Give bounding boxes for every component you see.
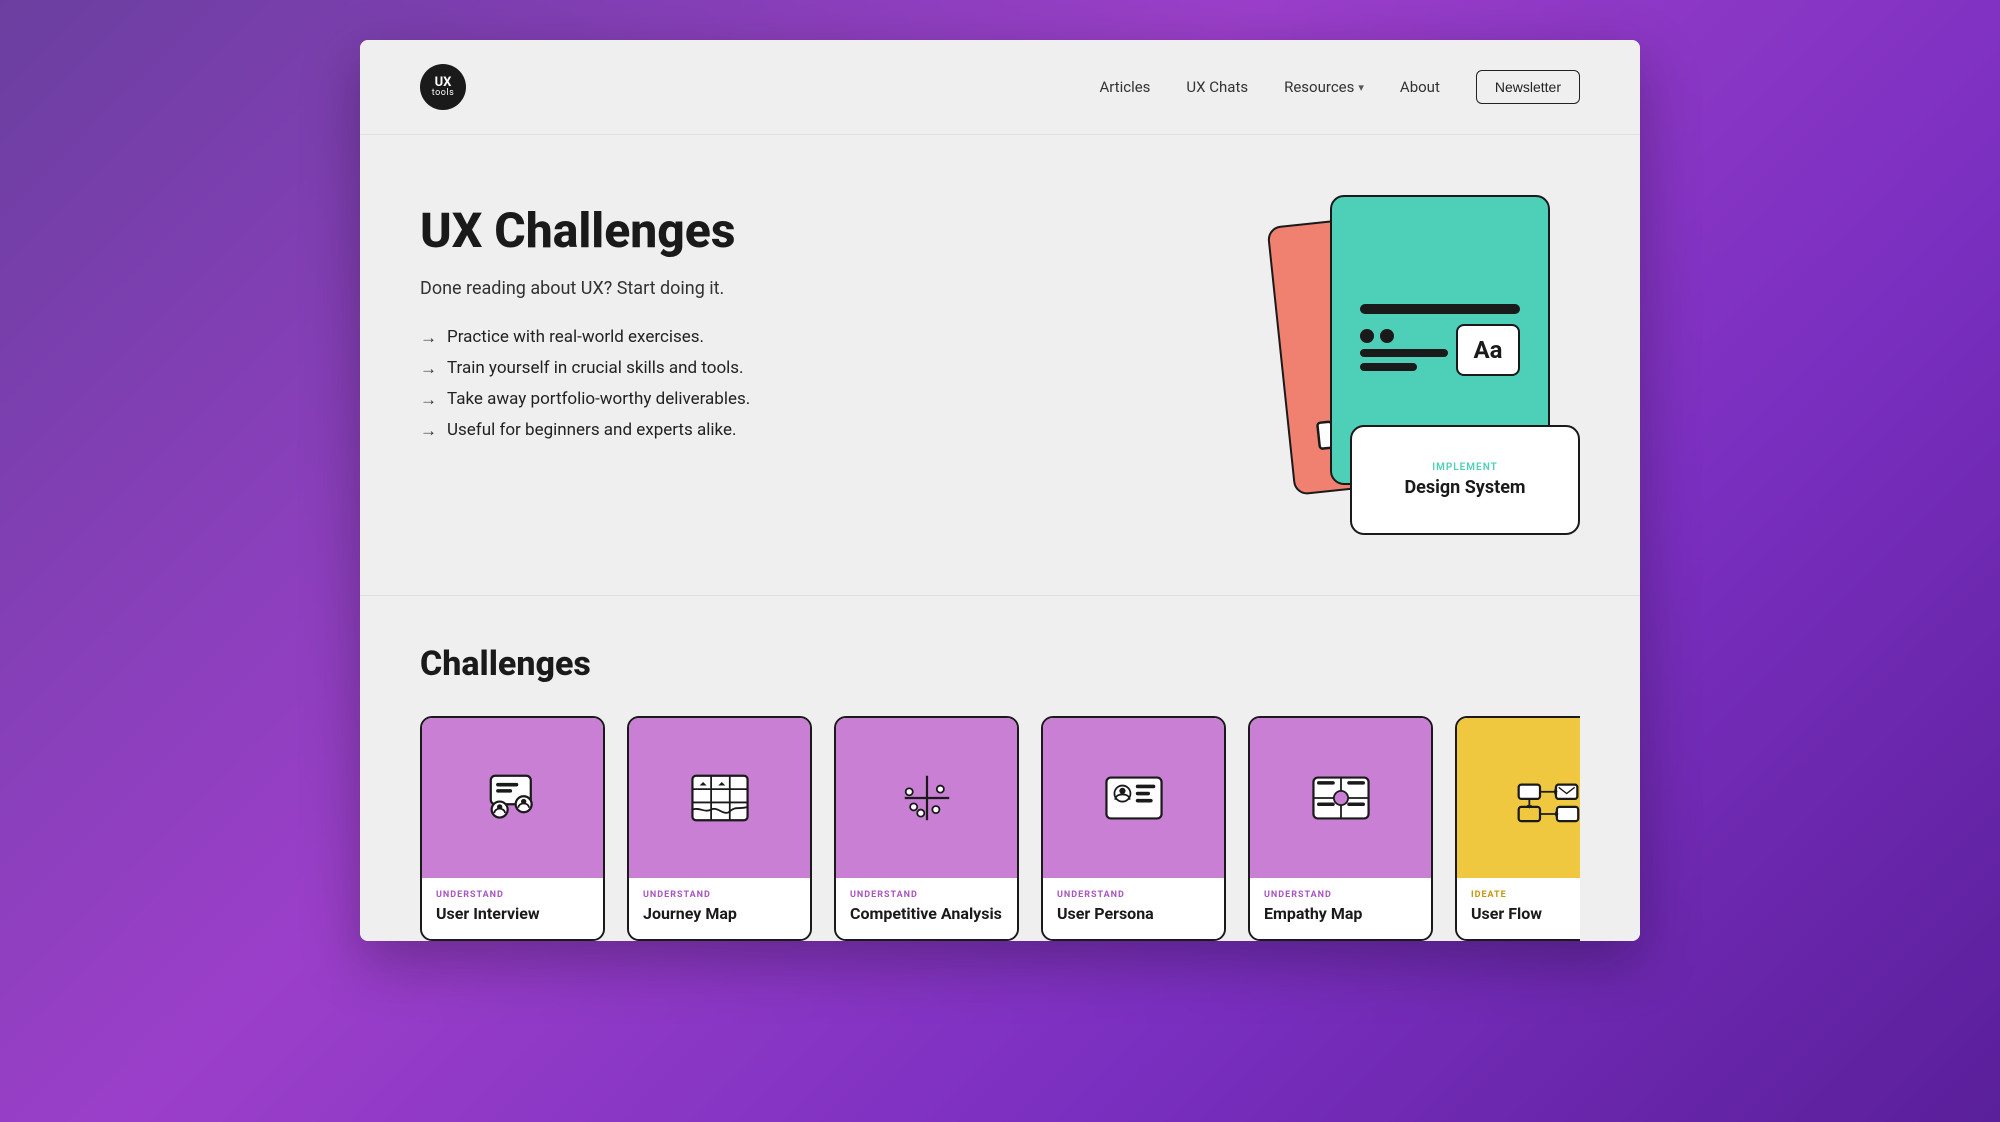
card-name-2: Journey Map — [643, 904, 796, 923]
challenges-grid: UNDERSTAND User Interview — [420, 716, 1580, 941]
arrow-icon-2: → — [420, 359, 437, 379]
card-info: UNDERSTAND User Interview — [422, 878, 603, 939]
card-info-5: UNDERSTAND Empathy Map — [1250, 878, 1431, 939]
challenges-title: Challenges — [420, 644, 1580, 684]
bullet-1: → Practice with real-world exercises. — [420, 327, 750, 348]
bullet-2: → Train yourself in crucial skills and t… — [420, 358, 750, 379]
hero-content: UX Challenges Done reading about UX? Sta… — [420, 195, 750, 451]
card-icon-area — [422, 718, 603, 878]
card-category-5: UNDERSTAND — [1264, 890, 1417, 900]
card-category-2: UNDERSTAND — [643, 890, 796, 900]
card-icon-area-2 — [629, 718, 810, 878]
logo-circle: UX tools — [420, 64, 466, 110]
card-name-1: User Interview — [436, 904, 589, 923]
card-bottom: IMPLEMENT Design System — [1350, 425, 1580, 535]
newsletter-button[interactable]: Newsletter — [1476, 70, 1580, 104]
hero-list: → Practice with real-world exercises. → … — [420, 327, 750, 441]
challenge-card-empathy[interactable]: UNDERSTAND Empathy Map — [1248, 716, 1433, 941]
card-icon-area-5 — [1250, 718, 1431, 878]
card-info-3: UNDERSTAND Competitive Analysis — [836, 878, 1017, 939]
hero-title: UX Challenges — [420, 205, 750, 258]
hero-subtitle: Done reading about UX? Start doing it. — [420, 278, 750, 299]
challenge-card-journey-map[interactable]: UNDERSTAND Journey Map — [627, 716, 812, 941]
card-category-4: UNDERSTAND — [1057, 890, 1210, 900]
challenges-section: Challenges — [360, 596, 1640, 941]
bullet-4: → Useful for beginners and experts alike… — [420, 420, 750, 441]
card-category-6: IDEATE — [1471, 890, 1580, 900]
page-container: UX tools Articles UX Chats Resources ▾ A… — [360, 40, 1640, 941]
card-name-4: User Persona — [1057, 904, 1210, 923]
challenge-card-persona[interactable]: UNDERSTAND User Persona — [1041, 716, 1226, 941]
hero-section: UX Challenges Done reading about UX? Sta… — [360, 135, 1640, 596]
nav-resources[interactable]: Resources ▾ — [1284, 78, 1364, 96]
card-name-6: User Flow — [1471, 904, 1580, 923]
card-info-6: IDEATE User Flow — [1457, 878, 1580, 939]
card-icon-area-3 — [836, 718, 1017, 878]
challenge-card-user-interview[interactable]: UNDERSTAND User Interview — [420, 716, 605, 941]
card-info-2: UNDERSTAND Journey Map — [629, 878, 810, 939]
card-name-3: Competitive Analysis — [850, 904, 1003, 923]
arrow-icon-3: → — [420, 390, 437, 410]
arrow-icon-4: → — [420, 421, 437, 441]
card-category-1: UNDERSTAND — [436, 890, 589, 900]
card-info-4: UNDERSTAND User Persona — [1043, 878, 1224, 939]
card-label: IMPLEMENT — [1432, 462, 1498, 473]
logo[interactable]: UX tools — [420, 64, 466, 110]
card-category-3: UNDERSTAND — [850, 890, 1003, 900]
arrow-icon-1: → — [420, 328, 437, 348]
nav-ux-chats[interactable]: UX Chats — [1186, 78, 1248, 96]
nav-about[interactable]: About — [1400, 78, 1440, 96]
card-title: Design System — [1404, 477, 1525, 498]
nav-articles[interactable]: Articles — [1099, 78, 1150, 96]
header: UX tools Articles UX Chats Resources ▾ A… — [360, 40, 1640, 135]
card-name-5: Empathy Map — [1264, 904, 1417, 923]
chevron-down-icon: ▾ — [1358, 81, 1364, 94]
card-icon-area-4 — [1043, 718, 1224, 878]
challenge-card-competitive[interactable]: UNDERSTAND Competitive Analysis — [834, 716, 1019, 941]
bullet-3: → Take away portfolio-worthy deliverable… — [420, 389, 750, 410]
hero-illustration: ? — [1260, 175, 1580, 535]
card-icon-area-6 — [1457, 718, 1580, 878]
logo-tools: tools — [432, 89, 454, 98]
challenge-card-user-flow[interactable]: IDEATE User Flow — [1455, 716, 1580, 941]
main-nav: Articles UX Chats Resources ▾ About News… — [1099, 70, 1580, 104]
aa-typography-icon: Aa — [1456, 324, 1520, 376]
